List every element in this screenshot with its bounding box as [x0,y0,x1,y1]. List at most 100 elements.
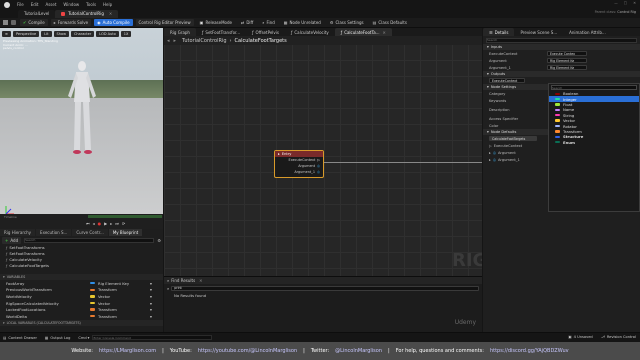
preview-viewport[interactable]: ≡ Perspective Lit Show Character LOD Aut… [0,28,163,229]
tab-execution-stack[interactable]: Execution S... [36,229,72,236]
content-drawer-button[interactable]: ▤ Content Drawer [3,336,37,340]
menu-file[interactable]: File [17,2,24,7]
loop-icon[interactable]: ⟳ [122,221,125,226]
skip-start-icon[interactable]: ⏮ [86,221,90,226]
footer-youtube-link[interactable]: https://youtube.com/@LincolnMarglison [198,348,297,354]
footer-discord-link[interactable]: https://discord.gg/YAjQBDZWuv [490,348,569,354]
details-search-input[interactable] [486,37,637,43]
menu-edit[interactable]: Edit [31,2,39,7]
auto-compile-button[interactable]: ◉ Auto Compile [94,19,133,26]
cmd-dropdown[interactable]: Cmd ▾ [78,336,89,340]
browse-icon[interactable] [11,20,16,25]
tab-details[interactable]: ☰ Details [483,28,515,36]
output-log-button[interactable]: ▦ Output Log [45,336,70,340]
input-type-dropdown[interactable]: Rig Element Ke [547,58,587,63]
maximize-icon[interactable]: □ [624,1,627,5]
step-back-icon[interactable]: ◂ [93,221,95,226]
show-button[interactable]: Show [53,31,69,37]
footer-website-link[interactable]: https://LMarglison.com [99,348,156,354]
node-unrelated-button[interactable]: ▦ Node Unrelated [281,19,324,26]
entry-node[interactable]: ▸ Entry ExecuteContext ▷ Argument ◎ Argu… [274,150,324,178]
save-icon[interactable] [3,20,8,25]
variable-row[interactable]: WorldVelocity Vector ▾ [0,293,163,300]
chevron-down-icon[interactable]: ▾ [150,314,152,319]
back-icon[interactable]: ◂ [167,38,170,44]
tab-animation-attributes[interactable]: Animation Attrib... [563,28,612,36]
hierarchy-search-input[interactable] [24,237,155,243]
settings-icon[interactable]: ⚙ [157,238,161,243]
tab-rig-hierarchy[interactable]: Rig Hierarchy [0,229,36,236]
variable-row[interactable]: PreviousWorldTransform Transform ▾ [0,287,163,294]
tab-close-icon[interactable]: ✕ [199,278,202,283]
timeline-scrubber[interactable] [88,215,162,218]
menu-help[interactable]: Help [103,2,112,7]
tab-curve-container[interactable]: Curve Contr... [72,229,108,236]
step-forward-icon[interactable]: ▸ [110,221,112,226]
variable-row[interactable]: FootArray Rig Element Key ▾ [0,280,163,287]
type-option[interactable]: Enum [549,140,639,145]
graph-editor[interactable]: Rig Graph ƒ SetFootTransfor... ƒ OffsetPel… [164,28,482,276]
unsaved-count[interactable]: 4 Unsaved [574,335,593,339]
chevron-down-icon[interactable]: ▾ [150,287,152,292]
tab-my-blueprint[interactable]: My Blueprint [108,229,143,236]
tab-offset-pelvis[interactable]: ƒ OffsetPelvis [246,28,285,36]
skip-end-icon[interactable]: ⏭ [115,221,119,226]
variable-row[interactable]: LockedFootLocations Transform ▾ [0,306,163,313]
record-icon[interactable]: ● [98,221,102,226]
menu-window[interactable]: Window [63,2,79,7]
chevron-down-icon[interactable]: ▾ [150,301,152,306]
input-type-dropdown[interactable]: Rig Element Ke [547,65,587,70]
find-results-tab[interactable]: ⌕ Find Results ✕ [164,277,482,284]
tab-close-icon[interactable]: ✕ [109,11,112,16]
perspective-button[interactable]: Perspective [12,31,40,37]
output-name-field[interactable]: ExecuteContext [489,78,525,83]
list-item[interactable]: ƒ CalculateFootTargets [0,262,163,268]
tab-set-foot-transforms[interactable]: ƒ SetFootTransfor... [196,28,246,36]
tab-rig-graph[interactable]: Rig Graph [164,28,196,36]
speed-button[interactable]: 1X [120,31,132,37]
release-mode-button[interactable]: ▣ ReleaseMode [197,19,235,26]
variable-row[interactable]: WorldDelta Transform ▾ [0,313,163,320]
lod-button[interactable]: LOD Auto [96,31,119,37]
defaults-node-name[interactable]: CalculateFootTargets [489,136,537,141]
character-button[interactable]: Character [70,31,95,37]
rig-hierarchy-panel: Rig Hierarchy Execution S... Curve Contr… [0,229,163,274]
tab-tutorial-level[interactable]: TutorialLevel [18,9,56,18]
menu-asset[interactable]: Asset [45,2,56,7]
breadcrumb-leaf[interactable]: CalculateFootTargets [235,38,287,44]
variable-row[interactable]: RigSpaceCalculatedVelocity Vector ▾ [0,300,163,307]
find-search-input[interactable]: print [171,285,479,291]
footer-twitter-link[interactable]: @LincolnMarglison [335,348,382,354]
tab-tutorial-control-rig[interactable]: TutorialControlRig ✕ [55,9,119,18]
tab-calculate-foot-targets[interactable]: ƒ CalculateFootTa... ✕ [334,28,392,36]
tab-close-icon[interactable]: ✕ [383,30,386,35]
local-variables-header[interactable]: ▾ LOCAL VARIABLES (CALCULATEFOOTTARGETS) [0,319,163,326]
lit-button[interactable]: Lit [41,31,52,37]
setting-label: Color [489,123,499,128]
forwards-solve-button[interactable]: ▸ Forwards Solve [50,19,92,26]
chevron-down-icon[interactable]: ▾ [150,294,152,299]
tab-calculate-velocity[interactable]: ƒ CalculateVelocity [285,28,335,36]
add-button[interactable]: + Add [2,236,22,244]
preview-scene-dropdown[interactable]: Control Rig Editor Preview [135,19,194,26]
pin-argument-1[interactable]: Argument_1 ◎ [275,169,323,175]
tab-preview-scene-settings[interactable]: Preview Scene S... [514,28,563,36]
compile-button[interactable]: ✔ Compile [20,19,48,26]
minimize-icon[interactable]: — [614,1,618,5]
viewport-menu-button[interactable]: ≡ [2,31,11,37]
chevron-down-icon[interactable]: ▾ [150,307,152,312]
dropdown-search-input[interactable] [551,85,637,90]
play-icon[interactable]: ▶ [104,221,107,226]
revision-control-button[interactable]: Revision Control [607,335,636,339]
input-type-dropdown[interactable]: Execute Contex [547,51,587,56]
chevron-down-icon[interactable]: ▾ [150,281,152,286]
console-input[interactable] [92,335,213,340]
menu-tools[interactable]: Tools [86,2,96,7]
forward-icon[interactable]: ▸ [174,38,177,44]
class-settings-button[interactable]: ⚙ Class Settings [327,19,367,26]
find-button[interactable]: ⌕ Find [259,19,277,26]
breadcrumb-root[interactable]: TutorialControlRig [182,38,227,44]
class-defaults-button[interactable]: ▤ Class Defaults [370,19,410,26]
close-icon[interactable]: ✕ [633,1,636,5]
diff-button[interactable]: ⇄ Diff [238,19,256,26]
